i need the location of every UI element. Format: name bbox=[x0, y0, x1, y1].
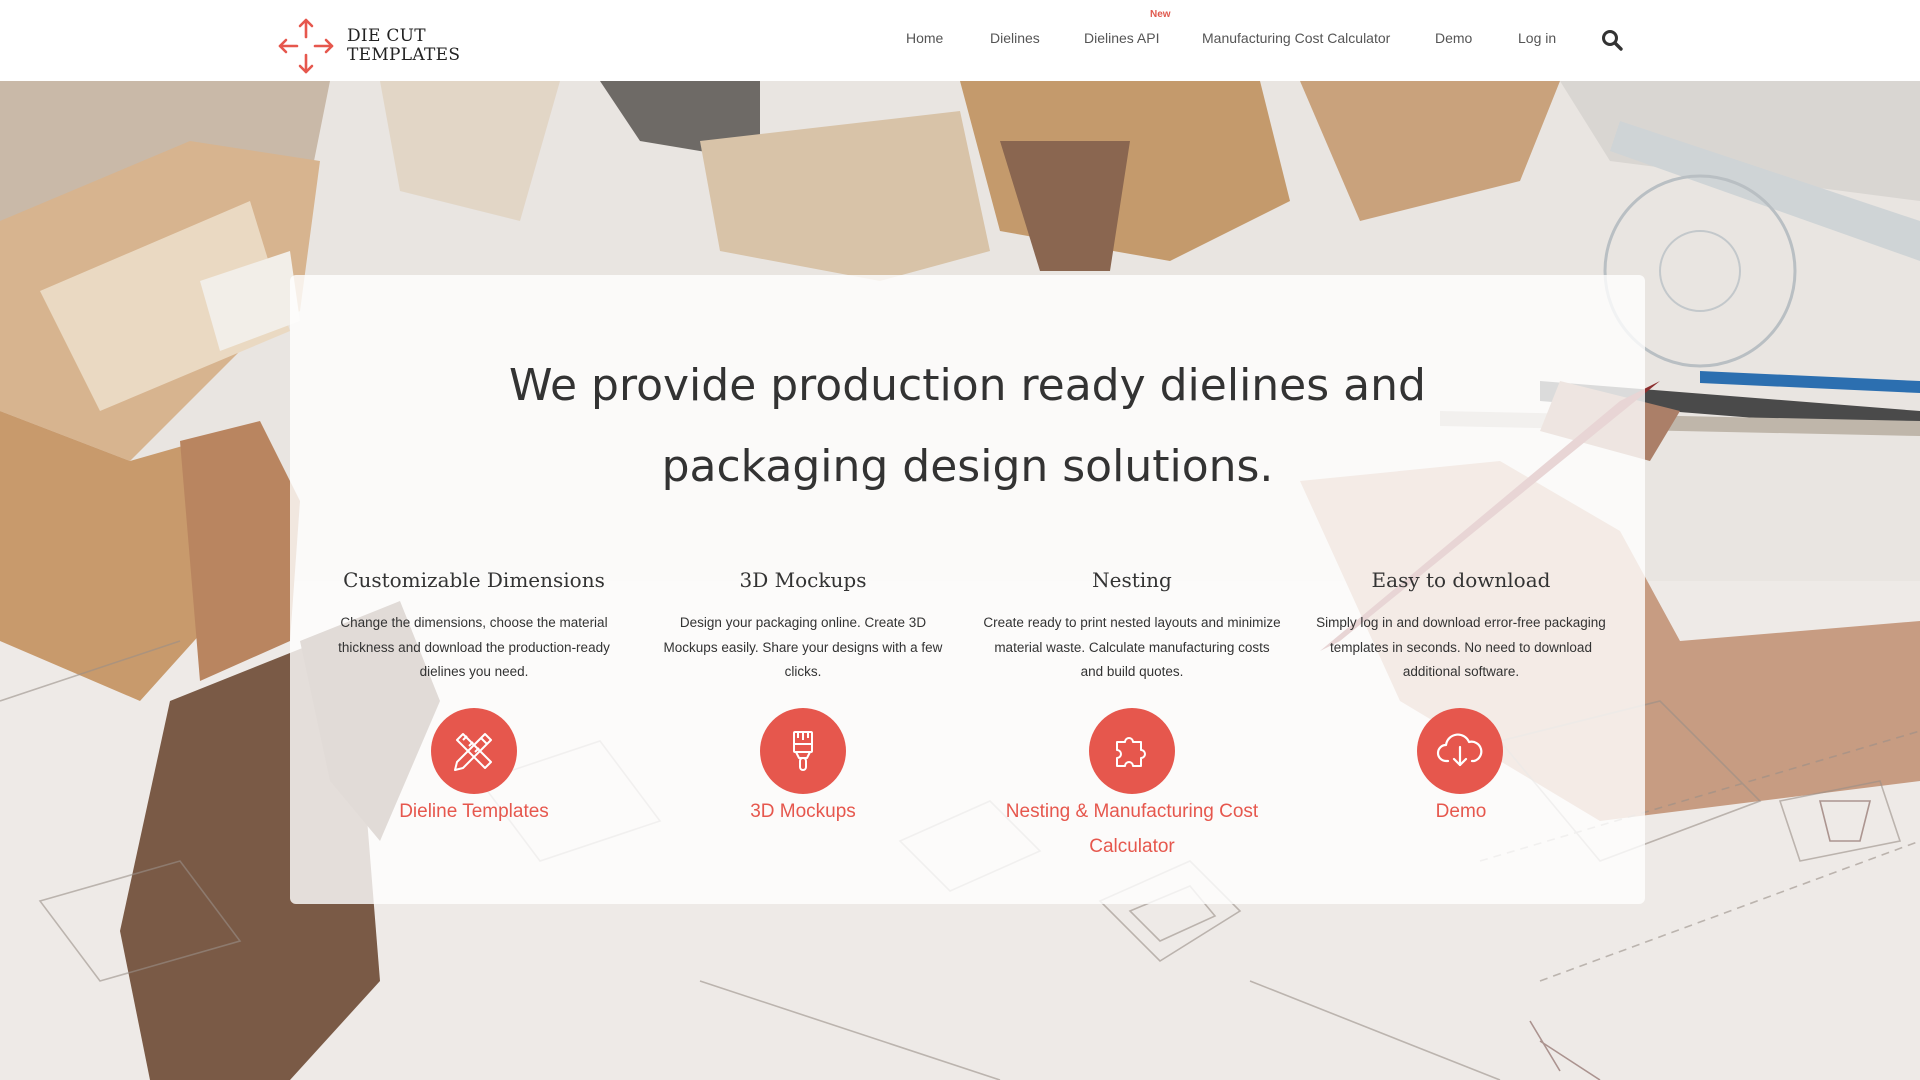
demo-link[interactable]: Demo bbox=[1311, 794, 1611, 829]
main-nav: Home Dielines Dielines API New Manufactu… bbox=[0, 0, 1920, 81]
hero-headline: We provide production ready dielines and… bbox=[290, 345, 1645, 507]
nav-cost-calculator[interactable]: Manufacturing Cost Calculator bbox=[1202, 30, 1390, 46]
hero-section: We provide production ready dielines and… bbox=[0, 81, 1920, 1080]
cloud-download-icon bbox=[1436, 733, 1483, 767]
feature-description: Design your packaging online. Create 3D … bbox=[663, 615, 943, 679]
feature-3d-mockups: 3D Mockups Design your packaging online.… bbox=[653, 565, 953, 685]
search-button[interactable] bbox=[1600, 28, 1624, 52]
3d-mockups-icon-button[interactable] bbox=[760, 708, 846, 794]
nav-home[interactable]: Home bbox=[906, 30, 943, 46]
paint-brush-icon bbox=[793, 731, 813, 771]
nav-dielines-api[interactable]: Dielines API bbox=[1084, 30, 1159, 46]
feature-title: 3D Mockups bbox=[739, 568, 867, 592]
dieline-templates-link[interactable]: Dieline Templates bbox=[324, 794, 624, 829]
new-badge: New bbox=[1150, 9, 1171, 20]
feature-title: Customizable Dimensions bbox=[343, 568, 605, 592]
feature-description: Create ready to print nested layouts and… bbox=[983, 615, 1281, 679]
site-header: DIE CUT TEMPLATES Home Dielines Dielines… bbox=[0, 0, 1920, 81]
feature-description: Change the dimensions, choose the materi… bbox=[338, 615, 610, 679]
nav-dielines[interactable]: Dielines bbox=[990, 30, 1040, 46]
intro-card: We provide production ready dielines and… bbox=[290, 275, 1645, 904]
nav-demo[interactable]: Demo bbox=[1435, 30, 1472, 46]
demo-icon-button[interactable] bbox=[1417, 708, 1503, 794]
nav-login[interactable]: Log in bbox=[1518, 30, 1556, 46]
pencil-ruler-icon bbox=[454, 733, 492, 771]
feature-description: Simply log in and download error-free pa… bbox=[1316, 615, 1606, 679]
feature-title: Nesting bbox=[1092, 568, 1172, 592]
headline-line-1: We provide production ready dielines and bbox=[509, 360, 1426, 411]
puzzle-piece-icon bbox=[1116, 737, 1146, 767]
nesting-calculator-icon-button[interactable] bbox=[1089, 708, 1175, 794]
3d-mockups-link[interactable]: 3D Mockups bbox=[653, 794, 953, 829]
headline-line-2: packaging design solutions. bbox=[661, 441, 1274, 492]
search-icon bbox=[1602, 30, 1623, 51]
dieline-templates-icon-button[interactable] bbox=[431, 708, 517, 794]
feature-nesting: Nesting Create ready to print nested lay… bbox=[982, 565, 1282, 685]
feature-easy-download: Easy to download Simply log in and downl… bbox=[1311, 565, 1611, 685]
nesting-calculator-link[interactable]: Nesting & Manufacturing Cost Calculator bbox=[982, 794, 1282, 864]
feature-customizable-dimensions: Customizable Dimensions Change the dimen… bbox=[324, 565, 624, 685]
feature-title: Easy to download bbox=[1371, 568, 1551, 592]
